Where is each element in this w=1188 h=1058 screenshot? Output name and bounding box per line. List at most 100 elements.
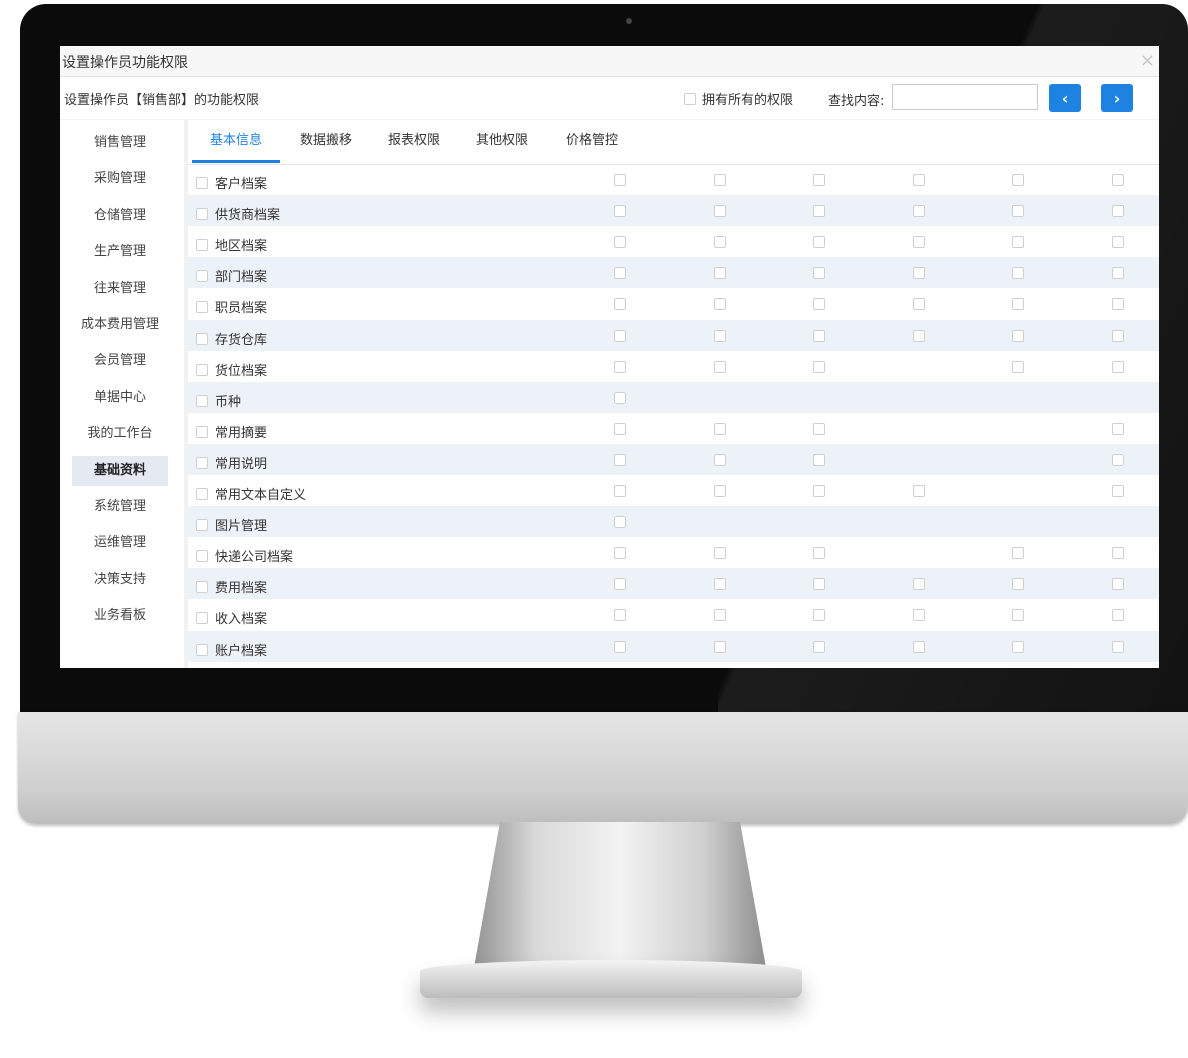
checkbox-icon[interactable] [684,92,696,105]
row-name-checkbox[interactable]: 图片管理 [196,515,267,534]
permission-checkbox[interactable] [614,516,626,529]
prev-button[interactable]: ‹ [1049,84,1081,112]
row-name-checkbox[interactable]: 部门档案 [196,266,267,285]
permission-checkbox[interactable] [1012,205,1024,218]
permission-checkbox[interactable] [614,640,626,653]
permission-checkbox[interactable] [614,453,626,466]
permission-checkbox[interactable] [614,485,626,497]
permission-checkbox[interactable] [1012,329,1024,342]
row-name-checkbox[interactable]: 存货仓库 [196,329,267,348]
permission-checkbox[interactable] [913,578,925,591]
checkbox-icon[interactable] [196,581,208,594]
sidebar-item[interactable]: 销售管理 [72,128,168,158]
permission-checkbox[interactable] [813,267,825,280]
tab[interactable]: 其他权限 [460,120,544,162]
permission-checkbox[interactable] [913,298,925,311]
sidebar-item[interactable]: 系统管理 [72,492,168,522]
permission-checkbox[interactable] [1112,205,1124,218]
permission-checkbox[interactable] [1112,547,1124,560]
permission-checkbox[interactable] [813,360,825,373]
row-name-checkbox[interactable]: 币种 [196,391,241,410]
permission-checkbox[interactable] [714,298,726,311]
search-input[interactable] [892,84,1038,110]
checkbox-icon[interactable] [196,425,208,438]
checkbox-icon[interactable] [196,332,208,345]
sidebar-item[interactable]: 仓储管理 [72,201,168,231]
permission-checkbox[interactable] [714,640,726,653]
permission-checkbox[interactable] [913,205,925,218]
row-name-checkbox[interactable]: 常用文本自定义 [196,484,306,503]
permission-checkbox[interactable] [614,174,626,186]
permission-checkbox[interactable] [1012,298,1024,311]
permission-checkbox[interactable] [714,174,726,186]
tab[interactable]: 报表权限 [372,120,456,162]
sidebar-item[interactable]: 单据中心 [72,383,168,413]
permission-checkbox[interactable] [714,267,726,280]
permission-checkbox[interactable] [1112,236,1124,249]
permission-checkbox[interactable] [913,267,925,280]
permission-checkbox[interactable] [714,547,726,560]
sidebar-item[interactable]: 会员管理 [72,346,168,376]
permission-checkbox[interactable] [813,640,825,653]
permission-checkbox[interactable] [813,236,825,249]
permission-checkbox[interactable] [1112,485,1124,497]
row-name-checkbox[interactable]: 地区档案 [196,235,267,254]
checkbox-icon[interactable] [196,363,208,376]
row-name-checkbox[interactable]: 账户档案 [196,640,267,659]
permission-checkbox[interactable] [913,640,925,653]
permission-checkbox[interactable] [614,422,626,435]
sidebar-item[interactable]: 运维管理 [72,528,168,558]
permission-checkbox[interactable] [714,453,726,466]
row-name-checkbox[interactable]: 快递公司档案 [196,546,293,565]
permission-checkbox[interactable] [813,453,825,466]
permission-checkbox[interactable] [614,236,626,249]
row-name-checkbox[interactable]: 常用说明 [196,453,267,472]
row-name-checkbox[interactable]: 费用档案 [196,577,267,596]
permission-checkbox[interactable] [813,298,825,311]
permission-checkbox[interactable] [1012,267,1024,280]
permission-checkbox[interactable] [813,422,825,435]
checkbox-icon[interactable] [196,208,208,221]
permission-checkbox[interactable] [913,329,925,342]
sidebar-item[interactable]: 我的工作台 [72,419,168,449]
permission-checkbox[interactable] [1012,640,1024,653]
row-name-checkbox[interactable]: 常用摘要 [196,422,267,441]
permission-checkbox[interactable] [813,547,825,560]
permission-checkbox[interactable] [1012,578,1024,591]
permission-checkbox[interactable] [714,578,726,591]
sidebar-item[interactable]: 决策支持 [72,565,168,595]
permission-checkbox[interactable] [1112,360,1124,373]
permission-checkbox[interactable] [813,485,825,497]
permission-checkbox[interactable] [813,609,825,622]
permission-checkbox[interactable] [913,236,925,249]
permission-checkbox[interactable] [614,578,626,591]
permission-checkbox[interactable] [1112,609,1124,622]
checkbox-icon[interactable] [196,612,208,625]
permission-checkbox[interactable] [1112,578,1124,591]
checkbox-icon[interactable] [196,394,208,407]
sidebar-item[interactable]: 基础资料 [72,455,168,486]
permission-checkbox[interactable] [614,267,626,280]
permission-checkbox[interactable] [614,391,626,404]
row-name-checkbox[interactable]: 供货商档案 [196,204,280,223]
permission-checkbox[interactable] [1012,547,1024,560]
checkbox-icon[interactable] [196,456,208,469]
permission-checkbox[interactable] [614,547,626,560]
checkbox-icon[interactable] [196,270,208,283]
sidebar-item[interactable]: 生产管理 [72,237,168,267]
permission-checkbox[interactable] [1112,174,1124,186]
tab[interactable]: 数据搬移 [284,120,368,162]
row-name-checkbox[interactable]: 货位档案 [196,360,267,379]
checkbox-icon[interactable] [196,239,208,252]
permission-checkbox[interactable] [714,329,726,342]
permission-checkbox[interactable] [714,205,726,218]
permission-checkbox[interactable] [813,205,825,218]
permission-checkbox[interactable] [1012,609,1024,622]
row-name-checkbox[interactable]: 收入档案 [196,608,267,627]
checkbox-icon[interactable] [196,177,208,189]
permission-checkbox[interactable] [813,329,825,342]
next-button[interactable]: › [1101,84,1133,112]
permission-checkbox[interactable] [1112,298,1124,311]
sidebar-item[interactable]: 往来管理 [72,274,168,304]
sidebar-item[interactable]: 成本费用管理 [72,310,168,340]
